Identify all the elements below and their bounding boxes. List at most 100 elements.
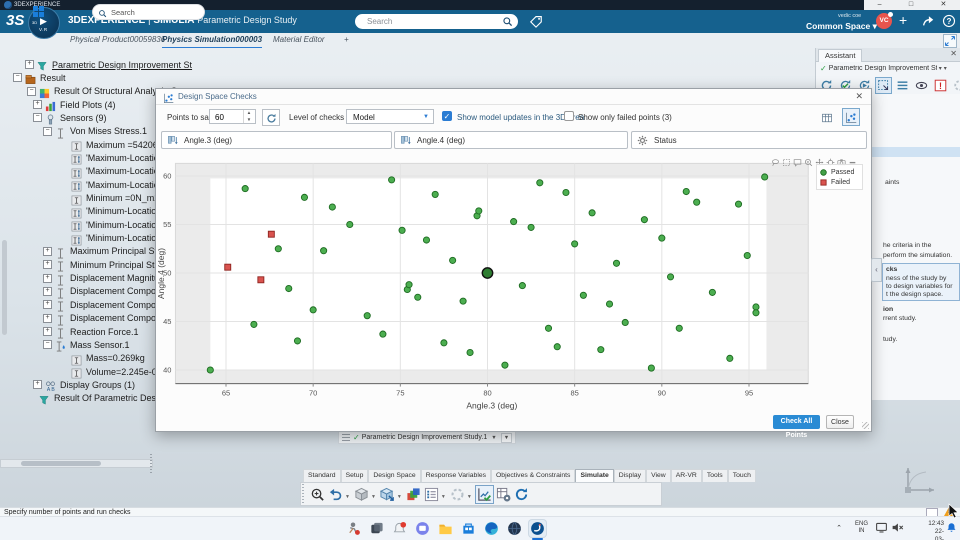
scrollbar-thumb[interactable]: [21, 461, 101, 466]
tree-expander-icon[interactable]: +: [43, 286, 52, 296]
chevron-down-icon[interactable]: ▾: [944, 65, 947, 72]
data-point-passed[interactable]: [328, 203, 336, 211]
dialog-resize-grip[interactable]: [862, 422, 869, 429]
taskbar-search-input[interactable]: Search: [92, 4, 205, 20]
data-point-passed[interactable]: [440, 339, 448, 347]
cube-arrow-icon[interactable]: [379, 486, 396, 503]
dock-tab-design-space[interactable]: Design Space: [368, 469, 421, 482]
dock-tab-tools[interactable]: Tools: [701, 469, 728, 482]
data-point-passed[interactable]: [501, 361, 509, 369]
data-point-passed[interactable]: [588, 209, 596, 217]
data-point-passed[interactable]: [527, 223, 535, 231]
undo-icon[interactable]: [327, 486, 344, 503]
data-point-passed[interactable]: [300, 193, 308, 201]
add-button[interactable]: +: [899, 12, 907, 28]
spinner-icon[interactable]: [449, 486, 466, 503]
tag-icon[interactable]: [529, 14, 543, 28]
tree-expander-icon[interactable]: +: [33, 100, 42, 110]
box-select-icon[interactable]: [782, 154, 791, 166]
dropdown-caret-icon[interactable]: ▼: [345, 494, 350, 500]
data-point-passed[interactable]: [250, 320, 258, 328]
data-point-passed[interactable]: [363, 312, 371, 320]
zoom-in-icon[interactable]: [804, 154, 813, 167]
dialog-title-bar[interactable]: Design Space Checks ✕: [156, 89, 871, 105]
maximize-button[interactable]: □: [909, 0, 913, 10]
data-point-passed[interactable]: [536, 179, 544, 187]
scatter-view-toggle[interactable]: [842, 108, 860, 126]
dropdown-caret-icon[interactable]: ▼: [467, 494, 472, 500]
data-point-passed[interactable]: [414, 293, 422, 301]
data-point-passed[interactable]: [605, 300, 614, 308]
data-point-passed[interactable]: [675, 324, 683, 332]
error-icon[interactable]: !: [932, 77, 949, 94]
list-icon[interactable]: [894, 77, 911, 94]
data-point-passed[interactable]: [241, 185, 249, 193]
chevron-down-icon[interactable]: ▾: [939, 65, 942, 72]
tree-item[interactable]: + Field Plots (4): [33, 98, 116, 112]
data-point-passed[interactable]: [285, 284, 293, 293]
tree-expander-icon[interactable]: +: [43, 246, 52, 256]
mute-speaker-icon[interactable]: [891, 521, 904, 534]
level-of-checks-select[interactable]: Model ▼: [346, 109, 434, 124]
status-field-select[interactable]: Status: [631, 131, 867, 149]
dock-tab-ar-vr[interactable]: AR-VR: [670, 469, 702, 482]
data-point-passed[interactable]: [379, 330, 387, 338]
tree-item[interactable]: − Result: [13, 71, 66, 85]
display-icon[interactable]: [875, 521, 888, 534]
data-point-passed[interactable]: [510, 218, 518, 226]
data-point-passed[interactable]: [752, 309, 760, 317]
selected-data-point[interactable]: [481, 267, 494, 279]
sync-blue-icon[interactable]: [513, 486, 530, 503]
tree-expander-icon[interactable]: −: [43, 340, 52, 350]
assistant-close-icon[interactable]: ✕: [950, 49, 957, 58]
tree-expander-icon[interactable]: +: [25, 60, 34, 69]
data-point-passed[interactable]: [309, 306, 317, 314]
data-point-failed[interactable]: [224, 263, 232, 271]
tree-item[interactable]: + Reaction Force.1: [43, 325, 139, 339]
points-to-sample-input[interactable]: 60 ▲ ▼: [209, 109, 256, 124]
table-view-toggle[interactable]: [818, 108, 836, 126]
dock-tab-standard[interactable]: Standard: [303, 469, 341, 482]
tree-item[interactable]: − Von Mises Stress.1: [43, 125, 147, 139]
taskbar-app-notify-bell[interactable]: [391, 520, 408, 537]
assistant-context-row[interactable]: ✓ Parametric Design Improvement Study.1 …: [816, 62, 960, 75]
data-point-passed[interactable]: [693, 198, 701, 206]
assistant-tab[interactable]: Assistant: [818, 49, 863, 62]
legend-entry[interactable]: Passed: [820, 167, 859, 177]
tree-item[interactable]: + A B Display Groups (1): [33, 378, 135, 393]
app-tab-physics-simulation000003[interactable]: Physics Simulation000003: [162, 33, 263, 49]
taskbar-app-folder[interactable]: [437, 520, 454, 537]
data-point-passed[interactable]: [579, 291, 587, 299]
pan-icon[interactable]: [815, 154, 824, 167]
tree-expander-icon[interactable]: −: [27, 86, 36, 96]
clock[interactable]: 12:4322-03-2025: [928, 520, 944, 540]
data-point-passed[interactable]: [761, 173, 769, 181]
data-point-passed[interactable]: [422, 236, 431, 244]
data-point-passed[interactable]: [640, 216, 648, 224]
cube-icon[interactable]: [353, 486, 370, 503]
tree-item[interactable]: − Mass Sensor.1: [43, 338, 130, 352]
data-point-passed[interactable]: [553, 343, 561, 351]
tree-item[interactable]: Minimum =0N_m2: [60, 192, 159, 205]
data-point-passed[interactable]: [405, 281, 413, 289]
search-icon[interactable]: [502, 16, 513, 27]
data-point-passed[interactable]: [398, 226, 406, 234]
data-point-passed[interactable]: [388, 176, 396, 184]
data-point-passed[interactable]: [621, 318, 629, 327]
chart-legend[interactable]: Passed Failed: [816, 164, 863, 190]
select-dotted-icon[interactable]: [875, 77, 892, 94]
tree-expander-icon[interactable]: −: [43, 126, 52, 136]
x-axis-field-select[interactable]: Angle.3 (deg): [161, 131, 392, 149]
spinner-arrows[interactable]: ▲ ▼: [243, 110, 254, 123]
data-point-passed[interactable]: [647, 364, 655, 372]
list-box-icon[interactable]: [423, 486, 440, 503]
data-point-passed[interactable]: [518, 282, 526, 290]
taskbar-app-globe[interactable]: [506, 520, 523, 537]
tree-expander-icon[interactable]: −: [33, 113, 42, 123]
chart-check-icon[interactable]: [474, 484, 494, 504]
data-point-passed[interactable]: [666, 273, 675, 281]
dock-tab-simulate[interactable]: Simulate: [575, 469, 614, 482]
dialog-close-icon[interactable]: ✕: [855, 91, 863, 102]
refresh-points-button[interactable]: [262, 109, 280, 126]
data-point-passed[interactable]: [571, 240, 579, 248]
